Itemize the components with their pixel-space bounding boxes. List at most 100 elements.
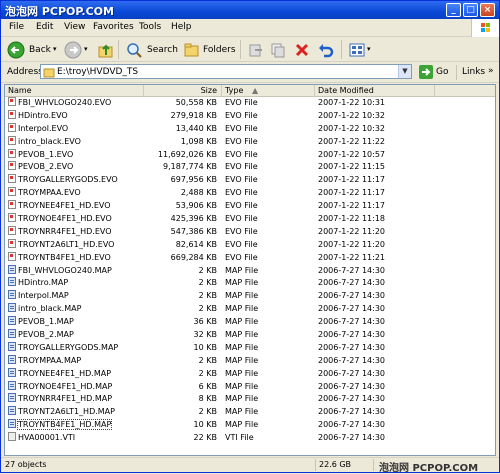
file-row[interactable]: Interpol.MAP 2 KB MAP File 2006-7-27 14:30 (5, 290, 495, 303)
file-name-cell[interactable]: TROYNOE4FE1_HD.EVO (8, 213, 144, 226)
file-name-cell[interactable]: TROYNEE4FE1_HD.EVO (8, 200, 144, 213)
file-row[interactable]: TROYMPAA.EVO 2,488 KB EVO File 2007-1-22 11… (5, 187, 495, 200)
file-row[interactable]: TROYNT2A6LT1_HD.MAP 2 KB MAP File 2006-7-27… (5, 406, 495, 419)
file-row[interactable]: HDintro.EVO 279,918 KB EVO File 2007-1-22 1… (5, 109, 495, 123)
file-name-cell[interactable]: TROYMPAA.MAP (8, 354, 144, 368)
file-size: 2 KB (198, 368, 217, 378)
file-row[interactable]: HVA00001.VTI 22 KB VTI File 2006-7-27 14:30 (5, 432, 495, 445)
close-button[interactable]: × (480, 3, 495, 17)
file-name-cell[interactable]: HDintro.EVO (8, 109, 144, 123)
file-list[interactable]: Name Size Type ▲ Date Modified FBI_WHVLOG… (4, 84, 496, 456)
file-date: 2006-7-27 14:30 (318, 304, 385, 314)
copy-to-icon[interactable] (269, 41, 287, 59)
file-name-cell[interactable]: TROYNEE4FE1_HD.MAP (8, 367, 144, 381)
folders-button[interactable]: Folders (181, 40, 237, 59)
file-row[interactable]: Interpol.EVO 13,440 KB EVO File 2007-1-22 1… (5, 122, 495, 136)
undo-icon[interactable] (317, 41, 335, 59)
file-type: EVO File (225, 188, 258, 198)
sort-ascending-icon: ▲ (252, 86, 259, 95)
file-name-cell[interactable]: TROYGALLERYGODS.MAP (8, 341, 144, 355)
evo-file-icon (8, 187, 16, 197)
menu-favorites[interactable]: Favorites (93, 22, 134, 32)
file-name-cell[interactable]: TROYNRR4FE1_HD.MAP (8, 393, 144, 406)
file-row[interactable]: TROYNEE4FE1_HD.MAP 2 KB MAP File 2006-7-27 … (5, 367, 495, 381)
forward-dropdown-icon[interactable]: ▾ (84, 45, 88, 53)
up-folder-icon[interactable] (97, 41, 115, 59)
file-name-cell[interactable]: PEVOB_2.EVO (8, 161, 144, 174)
back-button[interactable]: Back (5, 40, 57, 59)
file-name-cell[interactable]: TROYNOE4FE1_HD.MAP (8, 380, 144, 394)
file-name-cell[interactable]: FBI_WHVLOGO240.MAP (8, 264, 144, 278)
maximize-button[interactable]: □ (463, 3, 478, 17)
file-row[interactable]: FBI_WHVLOGO240.MAP 2 KB MAP File 2006-7-27 … (5, 264, 495, 278)
file-row[interactable]: TROYNOE4FE1_HD.MAP 6 KB MAP File 2006-7-27 … (5, 380, 495, 394)
evo-file-icon (8, 174, 16, 184)
column-name[interactable]: Name (5, 85, 144, 96)
file-date: 2007-1-22 11:22 (318, 136, 385, 146)
file-size: 2 KB (198, 278, 217, 288)
file-name-cell[interactable]: intro_black.MAP (8, 303, 144, 316)
file-row[interactable]: intro_black.EVO 1,098 KB EVO File 2007-1-22… (5, 135, 495, 149)
address-dropdown-icon[interactable]: ▼ (398, 65, 411, 78)
map-file-icon (8, 419, 16, 429)
links-label[interactable]: Links (462, 67, 485, 77)
file-name-cell[interactable]: Interpol.MAP (8, 290, 144, 303)
links-chevron-icon[interactable]: » (488, 66, 494, 76)
file-name-cell[interactable]: TROYNTB4FE1_HD.EVO (8, 251, 144, 265)
file-name-cell[interactable]: FBI_WHVLOGO240.EVO (8, 97, 144, 110)
search-button[interactable]: Search (123, 40, 178, 59)
file-name-cell[interactable]: HVA00001.VTI (8, 432, 144, 445)
file-date: 2007-1-22 10:32 (318, 123, 385, 133)
file-name: TROYGALLERYGODS.MAP (18, 342, 119, 352)
file-name-cell[interactable]: intro_black.EVO (8, 135, 144, 149)
file-name-cell[interactable]: TROYNRR4FE1_HD.EVO (8, 225, 144, 239)
file-type: MAP File (225, 381, 259, 391)
column-type[interactable]: Type ▲ (222, 85, 315, 96)
file-name-cell[interactable]: TROYNT2A6LT1_HD.EVO (8, 238, 144, 252)
column-size[interactable]: Size (144, 85, 222, 96)
minimize-button[interactable]: _ (446, 3, 461, 17)
menu-help[interactable]: Help (171, 22, 192, 32)
file-row[interactable]: HDintro.MAP 2 KB MAP File 2006-7-27 14:30 (5, 277, 495, 290)
file-row[interactable]: TROYMPAA.MAP 2 KB MAP File 2006-7-27 14:30 (5, 354, 495, 368)
menu-tools[interactable]: Tools (139, 22, 161, 32)
file-row[interactable]: TROYNOE4FE1_HD.EVO 425,396 KB EVO File 2007… (5, 213, 495, 226)
file-row[interactable]: TROYNRR4FE1_HD.EVO 547,386 KB EVO File 2007… (5, 225, 495, 239)
address-path: E:\troy\HVDVD_TS (57, 67, 139, 77)
file-row[interactable]: PEVOB_1.MAP 36 KB MAP File 2006-7-27 14:30 (5, 316, 495, 329)
file-name-cell[interactable]: TROYNT2A6LT1_HD.MAP (8, 406, 144, 419)
file-row[interactable]: intro_black.MAP 2 KB MAP File 2006-7-27 14:… (5, 303, 495, 316)
address-input[interactable]: E:\troy\HVDVD_TS ▼ (40, 64, 412, 79)
back-label: Back (29, 45, 51, 55)
file-name-cell[interactable]: PEVOB_1.MAP (8, 316, 144, 329)
file-name-cell[interactable]: PEVOB_1.EVO (8, 148, 144, 162)
file-name-cell[interactable]: Interpol.EVO (8, 122, 144, 136)
back-dropdown-icon[interactable]: ▾ (53, 45, 57, 53)
file-name-cell[interactable]: TROYGALLERYGODS.EVO (8, 174, 144, 187)
go-button[interactable]: Go (417, 64, 451, 80)
column-date[interactable]: Date Modified (315, 85, 435, 96)
menu-file[interactable]: File (9, 22, 24, 32)
file-row[interactable]: PEVOB_1.EVO 11,692,026 KB EVO File 2007-1-2… (5, 148, 495, 162)
file-row[interactable]: TROYNT2A6LT1_HD.EVO 82,614 KB EVO File 2007… (5, 238, 495, 252)
file-name-cell[interactable]: PEVOB_2.MAP (8, 329, 144, 342)
file-row[interactable]: TROYNTB4FE1_HD.MAP 10 KB MAP File 2006-7-27… (5, 419, 495, 432)
file-row[interactable]: TROYNTB4FE1_HD.EVO 669,284 KB EVO File 2007… (5, 251, 495, 265)
file-row[interactable]: FBI_WHVLOGO240.EVO 50,558 KB EVO File 2007-… (5, 97, 495, 110)
delete-icon[interactable] (293, 41, 311, 59)
forward-arrow-icon[interactable] (64, 41, 82, 59)
file-row[interactable]: PEVOB_2.MAP 32 KB MAP File 2006-7-27 14:30 (5, 329, 495, 342)
file-name-cell[interactable]: TROYNTB4FE1_HD.MAP (8, 419, 144, 432)
views-button[interactable]: ▾ (347, 40, 375, 59)
file-row[interactable]: TROYGALLERYGODS.MAP 10 KB MAP File 2006-7-2… (5, 341, 495, 355)
move-to-icon[interactable] (247, 41, 265, 59)
menu-view[interactable]: View (64, 22, 85, 32)
file-name-cell[interactable]: TROYMPAA.EVO (8, 187, 144, 200)
file-row[interactable]: PEVOB_2.EVO 9,187,774 KB EVO File 2007-1-22… (5, 161, 495, 174)
title-bar[interactable]: 泡泡网 PCPOP.COM _ □ × (1, 1, 499, 19)
file-row[interactable]: TROYGALLERYGODS.EVO 697,956 KB EVO File 200… (5, 174, 495, 187)
menu-edit[interactable]: Edit (36, 22, 53, 32)
file-row[interactable]: TROYNRR4FE1_HD.MAP 8 KB MAP File 2006-7-27 … (5, 393, 495, 406)
file-row[interactable]: TROYNEE4FE1_HD.EVO 53,906 KB EVO File 2007-… (5, 200, 495, 213)
file-name-cell[interactable]: HDintro.MAP (8, 277, 144, 290)
